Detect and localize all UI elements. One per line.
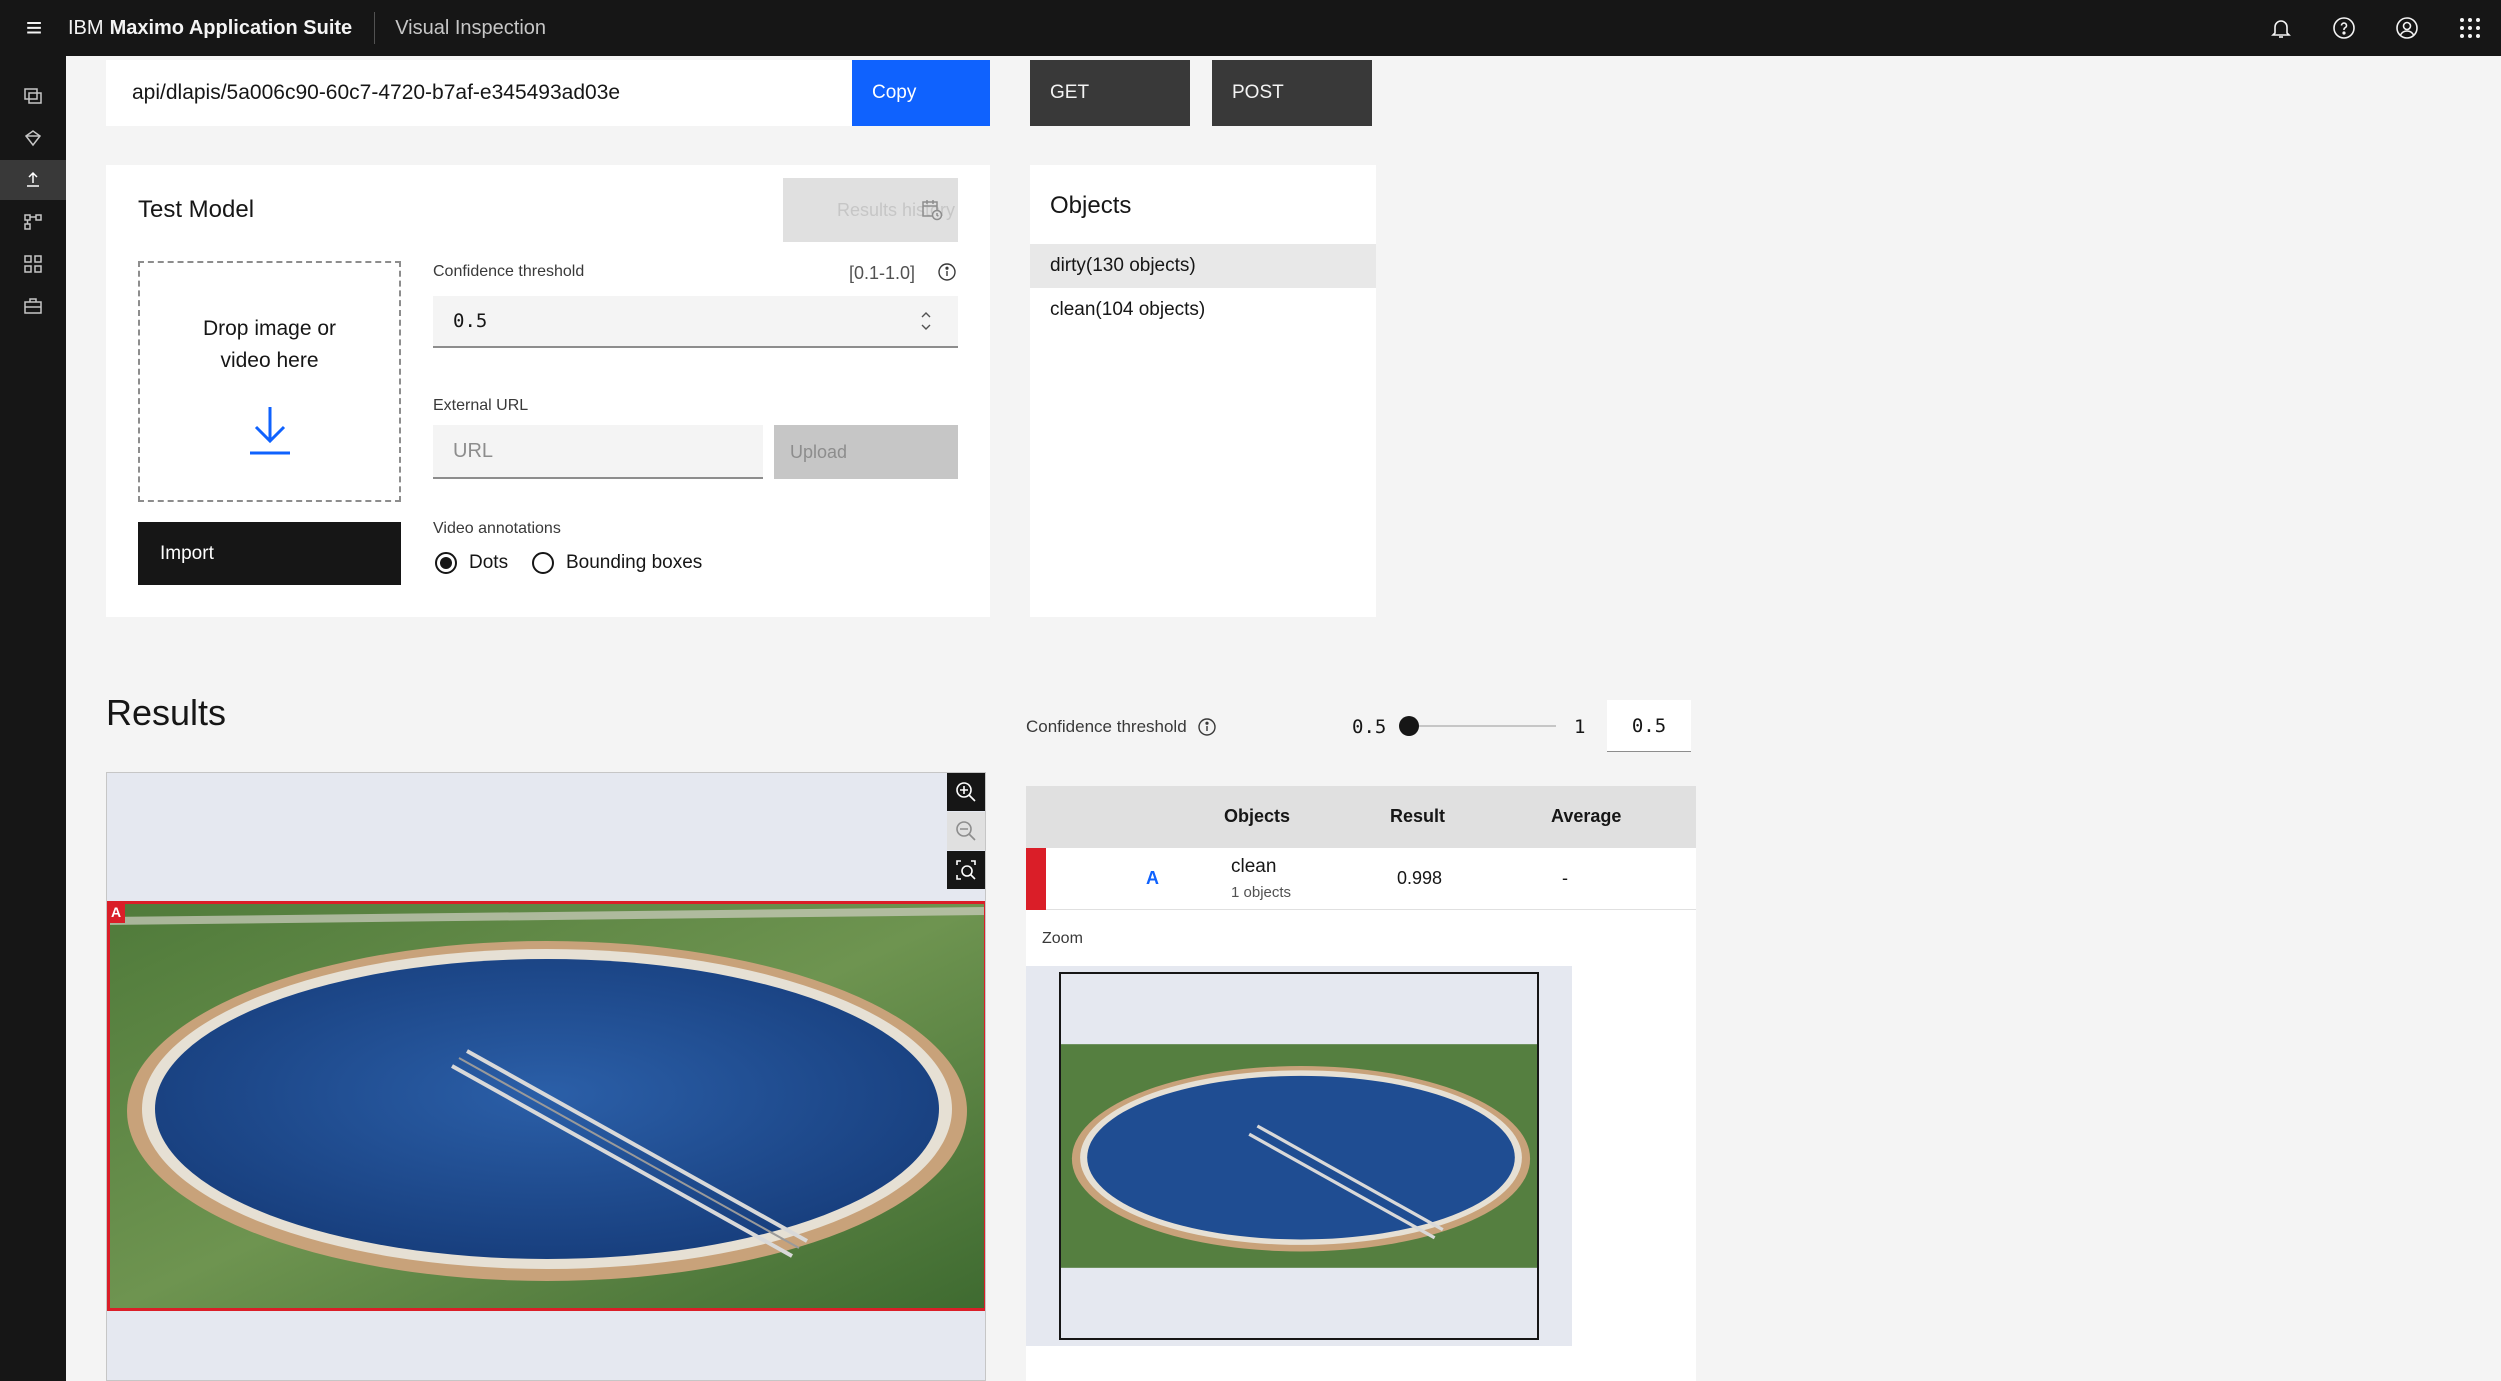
row-color-swatch <box>1026 848 1046 910</box>
results-title: Results <box>106 692 227 733</box>
confidence-slider-thumb[interactable] <box>1399 716 1419 736</box>
slider-max: 1 <box>1574 716 1586 738</box>
external-url-input[interactable]: URL <box>433 425 763 479</box>
radio-boxes-label: Bounding boxes <box>566 552 703 573</box>
col-average: Average <box>1551 806 1622 826</box>
col-objects: Objects <box>1224 806 1291 826</box>
zoom-viewport[interactable] <box>1059 972 1539 1340</box>
external-url-label: External URL <box>433 397 529 414</box>
brand-name: Maximo Application Suite <box>109 16 353 39</box>
product-name: Visual Inspection <box>395 16 547 39</box>
test-model-title: Test Model <box>138 196 255 223</box>
confidence-slider-input[interactable]: 0.5 <box>1607 700 1691 752</box>
col-result: Result <box>1390 806 1446 826</box>
row-count: 1 objects <box>1231 884 1292 901</box>
post-button[interactable]: POST <box>1212 60 1372 126</box>
confidence-threshold-input[interactable]: 0.5 <box>433 296 958 348</box>
slider-min: 0.5 <box>1352 716 1387 738</box>
url-placeholder: URL <box>453 439 494 462</box>
radio-boxes-indicator <box>532 552 554 574</box>
calendar-history-icon <box>922 200 943 221</box>
objects-panel <box>1030 165 1376 617</box>
models-nav-icon[interactable] <box>0 118 66 158</box>
copy-button[interactable]: Copy <box>852 60 990 126</box>
help-icon[interactable] <box>2312 0 2375 56</box>
confidence-slider-track[interactable] <box>1408 725 1556 727</box>
radio-dots-indicator <box>435 552 457 574</box>
results-table-header: Objects Result Average <box>1026 786 1696 848</box>
zoom-out-icon[interactable] <box>947 812 985 850</box>
header-actions <box>2249 0 2501 56</box>
drop-zone[interactable]: Drop image or video here <box>138 261 401 502</box>
row-average: - <box>1562 868 1568 888</box>
zoom-preview <box>1026 966 1572 1346</box>
brand-prefix: IBM <box>68 16 104 39</box>
object-item-clean[interactable]: clean(104 objects) <box>1030 288 1376 332</box>
api-endpoint-field[interactable]: api/dlapis/5a006c90-60c7-4720-b7af-e3454… <box>106 60 852 126</box>
number-stepper-icon[interactable] <box>920 310 932 332</box>
projects-nav-icon[interactable] <box>0 202 66 242</box>
datasets-nav-icon[interactable] <box>0 76 66 116</box>
left-nav-rail <box>0 56 66 1381</box>
confidence-threshold-label: Confidence threshold <box>433 263 585 280</box>
download-icon <box>249 407 290 455</box>
radio-dots[interactable]: Dots <box>435 552 508 574</box>
radio-bounding-boxes[interactable]: Bounding boxes <box>532 552 702 574</box>
brand[interactable]: IBM Maximo Application Suite <box>68 12 376 44</box>
zoom-label: Zoom <box>1042 930 1083 947</box>
top-header: ≡ IBM Maximo Application Suite Visual In… <box>0 0 2501 56</box>
result-image <box>107 901 985 1311</box>
notification-icon[interactable] <box>2249 0 2312 56</box>
objects-title: Objects <box>1050 192 1132 219</box>
result-image-viewer[interactable]: A <box>106 772 986 1381</box>
row-tag: A <box>1146 868 1159 888</box>
zoom-image <box>1061 1044 1537 1268</box>
results-history-button: Results history <box>783 178 958 242</box>
import-button[interactable]: Import <box>138 522 401 585</box>
confidence-value: 0.5 <box>453 310 488 332</box>
radio-dots-label: Dots <box>469 552 509 573</box>
menu-icon[interactable]: ≡ <box>0 0 68 56</box>
info-icon[interactable] <box>1197 717 1217 737</box>
drop-zone-text: Drop image or video here <box>202 317 337 372</box>
detection-tag: A <box>107 901 125 923</box>
confidence-range-hint: [0.1-1.0] <box>849 263 916 283</box>
row-object: clean <box>1231 856 1277 877</box>
table-row[interactable]: A clean 1 objects 0.998 - <box>1026 848 1696 910</box>
upload-button[interactable]: Upload <box>774 425 958 479</box>
zoom-to-fit-icon[interactable] <box>947 851 985 889</box>
row-result: 0.998 <box>1397 868 1443 888</box>
results-confidence-text: Confidence threshold <box>1026 717 1187 736</box>
results-confidence-label: Confidence threshold <box>1026 717 1217 737</box>
get-button[interactable]: GET <box>1030 60 1190 126</box>
app-switcher-icon[interactable] <box>2438 0 2501 56</box>
toolkit-nav-icon[interactable] <box>0 286 66 326</box>
object-item-dirty[interactable]: dirty(130 objects) <box>1030 244 1376 288</box>
user-avatar-icon[interactable] <box>2375 0 2438 56</box>
zoom-in-icon[interactable] <box>947 773 985 811</box>
info-icon[interactable] <box>937 262 957 282</box>
deploy-nav-icon[interactable] <box>0 160 66 200</box>
video-annotations-label: Video annotations <box>433 520 561 537</box>
apps-nav-icon[interactable] <box>0 244 66 284</box>
